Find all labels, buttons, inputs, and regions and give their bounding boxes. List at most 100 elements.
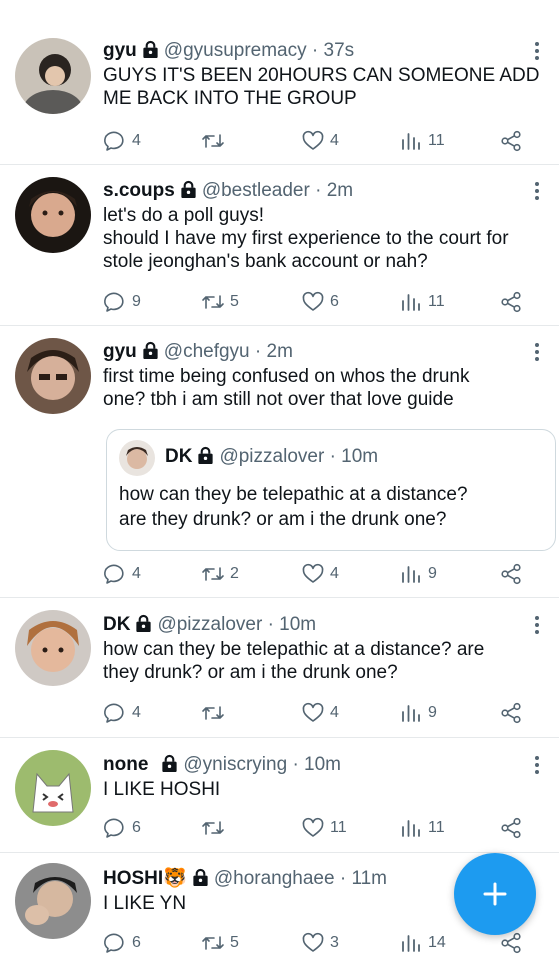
tweet[interactable]: gyu @gyusupremacy · 37s GUYS IT'S BEEN 20… — [0, 0, 559, 165]
reply-count: 4 — [132, 565, 141, 582]
quoted-display-name[interactable]: DK — [165, 446, 192, 467]
retweet-icon — [201, 931, 225, 955]
like-button[interactable]: 6 — [301, 290, 339, 314]
more-vertical-icon[interactable] — [529, 616, 545, 636]
tweet[interactable]: none @yniscrying · 10m I LIKE HOSHI 6 11 … — [0, 737, 559, 853]
avatar[interactable] — [15, 38, 91, 114]
timestamp: · 11m — [339, 868, 388, 889]
more-vertical-icon[interactable] — [529, 42, 545, 62]
retweet-button[interactable] — [201, 701, 230, 725]
share-icon — [499, 816, 523, 840]
like-button[interactable]: 3 — [301, 931, 339, 955]
reply-button[interactable]: 4 — [103, 562, 141, 586]
views-icon — [399, 931, 423, 955]
heart-icon — [301, 562, 325, 586]
reply-icon — [103, 129, 127, 153]
share-button[interactable] — [499, 701, 523, 725]
quoted-handle[interactable]: @pizzalover — [219, 446, 324, 467]
like-button[interactable]: 4 — [301, 701, 339, 725]
heart-icon — [301, 816, 325, 840]
reply-count: 6 — [132, 819, 141, 836]
tweet-text: I LIKE HOSHI — [103, 779, 221, 800]
retweet-button[interactable] — [201, 129, 230, 153]
tweet[interactable]: DK @pizzalover · 10m how can they be tele… — [0, 597, 559, 738]
reply-count: 4 — [132, 132, 141, 149]
heart-icon — [301, 129, 325, 153]
tweet-header: s.coups @bestleader · 2m — [103, 178, 545, 204]
retweet-button[interactable]: 2 — [201, 562, 239, 586]
reply-icon — [103, 816, 127, 840]
reply-button[interactable]: 6 — [103, 816, 141, 840]
avatar[interactable] — [15, 610, 91, 686]
retweet-icon — [201, 816, 225, 840]
avatar[interactable] — [15, 863, 91, 939]
quoted-text: how can they be telepathic at a distance… — [119, 484, 468, 530]
more-vertical-icon[interactable] — [529, 756, 545, 776]
views-button[interactable]: 9 — [399, 562, 437, 586]
like-count: 4 — [330, 132, 339, 149]
reply-button[interactable]: 6 — [103, 931, 141, 955]
display-name[interactable]: gyu — [103, 341, 137, 362]
compose-button[interactable] — [454, 853, 536, 935]
retweet-icon — [201, 290, 225, 314]
tweet[interactable]: s.coups @bestleader · 2m let's do a poll … — [0, 164, 559, 326]
share-button[interactable] — [499, 129, 523, 153]
handle[interactable]: @gyusupremacy — [164, 40, 307, 61]
timestamp: · 37s — [311, 40, 355, 61]
views-button[interactable]: 14 — [399, 931, 446, 955]
lock-icon — [134, 614, 153, 633]
share-button[interactable] — [499, 931, 523, 955]
share-icon — [499, 290, 523, 314]
lock-icon — [191, 868, 210, 887]
handle[interactable]: @chefgyu — [164, 341, 250, 362]
views-button[interactable]: 9 — [399, 701, 437, 725]
tweet[interactable]: gyu @chefgyu · 2m first time being confus… — [0, 325, 559, 598]
reply-icon — [103, 701, 127, 725]
share-button[interactable] — [499, 290, 523, 314]
display-name[interactable]: s.coups — [103, 180, 175, 201]
retweet-button[interactable]: 5 — [201, 931, 239, 955]
reply-button[interactable]: 9 — [103, 290, 141, 314]
display-name[interactable]: none — [103, 754, 148, 775]
views-button[interactable]: 11 — [399, 129, 445, 153]
quoted-timestamp: · 10m — [329, 446, 379, 467]
reply-button[interactable]: 4 — [103, 129, 141, 153]
avatar[interactable] — [15, 750, 91, 826]
like-button[interactable]: 4 — [301, 562, 339, 586]
views-button[interactable]: 11 — [399, 290, 445, 314]
timestamp: · 10m — [292, 754, 342, 775]
views-icon — [399, 290, 423, 314]
retweet-count: 2 — [230, 565, 239, 582]
like-button[interactable]: 4 — [301, 129, 339, 153]
tweet-text: first time being confused on whos the dr… — [103, 366, 470, 410]
avatar[interactable] — [15, 177, 91, 253]
handle[interactable]: @bestleader — [202, 180, 310, 201]
display-name[interactable]: gyu — [103, 40, 137, 61]
display-name[interactable]: DK — [103, 614, 130, 635]
more-vertical-icon[interactable] — [529, 182, 545, 202]
views-count: 11 — [428, 819, 445, 836]
lock-icon — [179, 180, 198, 199]
heart-icon — [301, 290, 325, 314]
retweet-button[interactable] — [201, 816, 230, 840]
share-button[interactable] — [499, 816, 523, 840]
like-button[interactable]: 11 — [301, 816, 347, 840]
reply-button[interactable]: 4 — [103, 701, 141, 725]
lock-icon — [160, 754, 179, 773]
display-name[interactable]: HOSHI🐯 — [103, 868, 187, 889]
retweet-count: 5 — [230, 293, 239, 310]
more-vertical-icon[interactable] — [529, 343, 545, 363]
action-bar: 6 11 11 — [103, 816, 545, 840]
handle[interactable]: @pizzalover — [157, 614, 262, 635]
share-icon — [499, 562, 523, 586]
views-button[interactable]: 11 — [399, 816, 445, 840]
quoted-tweet[interactable]: DK @pizzalover · 10m how can they be tele… — [106, 429, 556, 551]
retweet-button[interactable]: 5 — [201, 290, 239, 314]
handle[interactable]: @horanghaee — [214, 868, 335, 889]
avatar[interactable] — [15, 338, 91, 414]
share-icon — [499, 129, 523, 153]
quoted-avatar[interactable] — [119, 440, 155, 476]
share-button[interactable] — [499, 562, 523, 586]
plus-icon — [483, 882, 507, 906]
handle[interactable]: @yniscrying — [183, 754, 287, 775]
